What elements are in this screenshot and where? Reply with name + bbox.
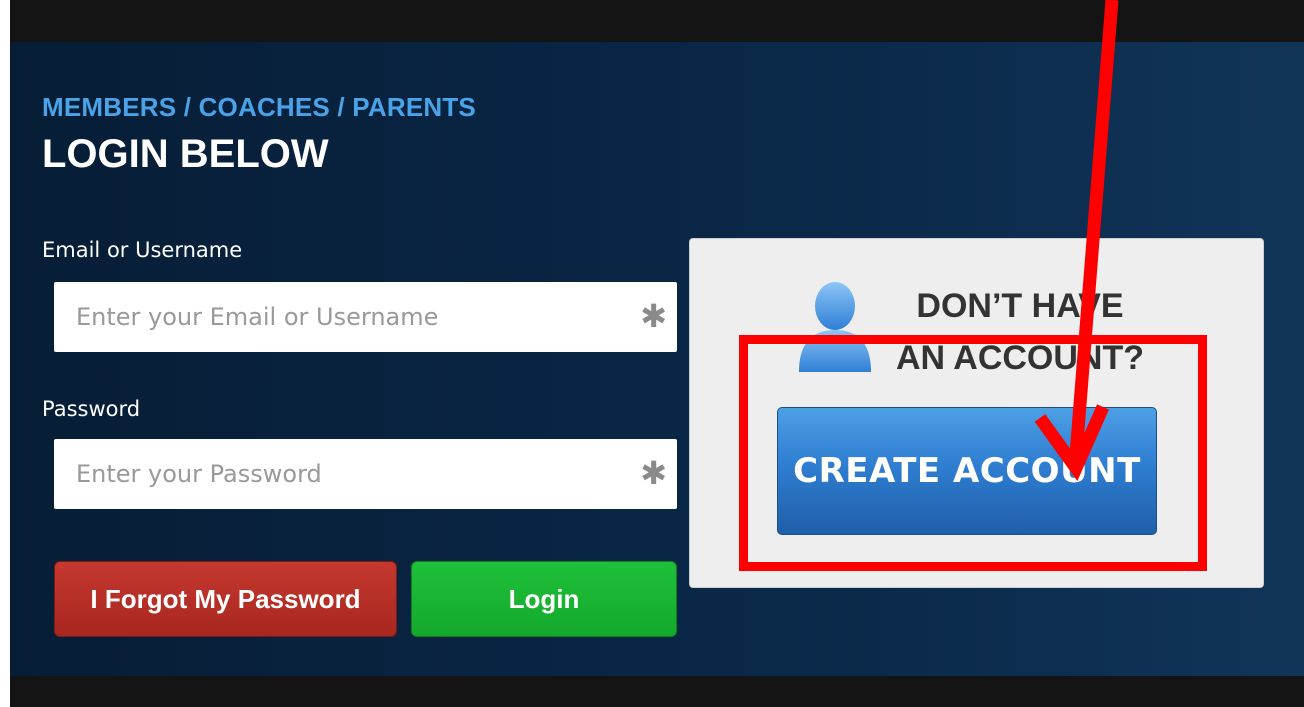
audience-subtitle: MEMBERS / COACHES / PARENTS: [42, 92, 476, 122]
password-field[interactable]: [54, 439, 677, 509]
forgot-password-button[interactable]: I Forgot My Password: [54, 561, 397, 637]
highlight-annotation-box: [739, 335, 1207, 571]
required-icon: ✱: [640, 298, 667, 334]
required-icon: ✱: [640, 455, 667, 491]
email-field-wrapper: ✱: [54, 282, 677, 352]
no-account-line1: DON’T HAVE: [916, 287, 1124, 325]
top-bar: [10, 0, 1304, 42]
login-button[interactable]: Login: [411, 561, 677, 637]
password-field-wrapper: ✱: [54, 439, 677, 509]
password-label: Password: [42, 397, 141, 421]
email-field[interactable]: [54, 282, 677, 352]
email-label: Email or Username: [42, 238, 243, 262]
bottom-bar: [10, 676, 1304, 707]
page-title: LOGIN BELOW: [42, 132, 329, 176]
